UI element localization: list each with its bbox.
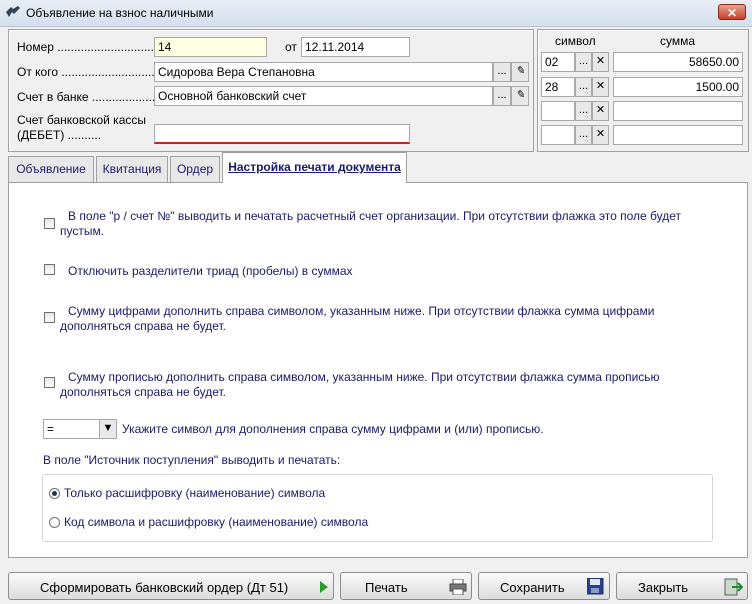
symbol-clear-icon-4[interactable]: ✕	[592, 125, 609, 145]
from-edit-icon[interactable]: ✎	[511, 62, 529, 82]
create-bank-order-button[interactable]: Сформировать банковский ордер (Дт 51)	[8, 572, 334, 600]
from-field[interactable]: Сидорова Вера Степановна	[154, 62, 493, 82]
symbol-column-header: символ	[555, 34, 596, 48]
disable-separators-text: Отключить разделители триад (пробелы) в …	[68, 264, 353, 278]
radio-decode-only-label[interactable]: Только расшифровку (наименование) символ…	[64, 486, 325, 501]
from-select-button[interactable]: ...	[493, 62, 511, 82]
from-label: От кого ...............................	[17, 65, 165, 79]
save-button[interactable]: Сохранить	[478, 572, 610, 600]
source-group	[42, 474, 713, 542]
symbol-field-4[interactable]	[541, 125, 575, 145]
pad-digits-text-2: дополняться справа не будет.	[60, 319, 227, 333]
date-label: от	[285, 40, 297, 54]
window-title: Объявление на взнос наличными	[26, 6, 214, 20]
bank-select-button[interactable]: ...	[493, 86, 511, 106]
print-button[interactable]: Печать	[340, 572, 472, 600]
number-field[interactable]: 14	[154, 37, 267, 57]
symbol-clear-icon-2[interactable]: ✕	[592, 77, 609, 97]
bank-edit-icon[interactable]: ✎	[511, 86, 529, 106]
number-label: Номер ..............................	[17, 40, 158, 54]
printer-icon	[449, 579, 467, 595]
symbol-select-button-1[interactable]: ...	[575, 52, 592, 72]
show-account-checkbox[interactable]	[44, 218, 55, 229]
pad-digits-checkbox[interactable]	[44, 312, 55, 323]
close-button[interactable]: Закрыть	[616, 572, 748, 600]
app-icon	[6, 6, 20, 17]
sum-field-2[interactable]: 1500.00	[613, 77, 743, 97]
radio-code-and-decode-label[interactable]: Код символа и расшифровку (наименование)…	[64, 515, 368, 530]
pad-words-text-2: дополняться справа не будет.	[60, 385, 227, 399]
cash-account-label: Счет банковской кассы	[17, 113, 146, 127]
disable-separators-checkbox[interactable]	[44, 264, 55, 275]
symbol-clear-icon-1[interactable]: ✕	[592, 52, 609, 72]
show-account-text: В поле "р / счет №" выводить и печатать …	[68, 209, 682, 223]
sum-column-header: сумма	[660, 34, 696, 48]
symbol-field-1[interactable]: 02	[541, 52, 575, 72]
play-icon	[320, 581, 328, 593]
close-label: Закрыть	[638, 580, 689, 595]
save-label: Сохранить	[500, 580, 565, 595]
pad-words-text: Сумму прописью дополнить справа символом…	[68, 370, 660, 384]
bank-field[interactable]: Основной банковский счет	[154, 86, 493, 106]
pad-symbol-hint: Укажите символ для дополнения справа сум…	[122, 422, 544, 436]
bank-label: Счет в банке ...................	[17, 90, 156, 104]
tab-print-settings[interactable]: Настройка печати документа	[222, 152, 407, 183]
show-account-text-2: пустым.	[60, 224, 105, 238]
tab-announcement[interactable]: Объявление	[8, 156, 94, 182]
floppy-disk-icon	[587, 578, 604, 595]
print-label: Печать	[365, 580, 408, 595]
symbol-select-button-4[interactable]: ...	[575, 125, 592, 145]
symbol-clear-icon-3[interactable]: ✕	[592, 101, 609, 121]
source-label: В поле "Источник поступления" выводить и…	[43, 453, 341, 467]
cash-account-label-2: (ДЕБЕТ) ..........	[17, 128, 102, 142]
create-bank-order-label: Сформировать банковский ордер (Дт 51)	[40, 580, 289, 595]
symbol-field-2[interactable]: 28	[541, 77, 575, 97]
title-bar: Объявление на взнос наличными ✕	[0, 0, 752, 27]
date-field[interactable]: 12.11.2014	[301, 37, 410, 57]
symbol-select-button-2[interactable]: ...	[575, 77, 592, 97]
symbol-field-3[interactable]	[541, 101, 575, 121]
cash-account-field[interactable]	[154, 124, 410, 144]
symbol-select-button-3[interactable]: ...	[575, 101, 592, 121]
sum-field-3[interactable]	[613, 101, 743, 121]
close-window-button[interactable]: ✕	[718, 4, 746, 20]
radio-code-and-decode[interactable]	[49, 517, 60, 528]
pad-words-checkbox[interactable]	[44, 377, 55, 388]
chevron-down-icon[interactable]: ▼	[99, 419, 117, 439]
sum-field-1[interactable]: 58650.00	[613, 52, 743, 72]
tab-order[interactable]: Ордер	[170, 156, 220, 182]
pad-symbol-select[interactable]: =	[43, 419, 100, 439]
pad-digits-text: Сумму цифрами дополнить справа символом,…	[68, 304, 655, 318]
sum-field-4[interactable]	[613, 125, 743, 145]
exit-door-icon	[724, 578, 743, 596]
radio-decode-only[interactable]	[49, 488, 60, 499]
tab-receipt[interactable]: Квитанция	[96, 156, 168, 182]
